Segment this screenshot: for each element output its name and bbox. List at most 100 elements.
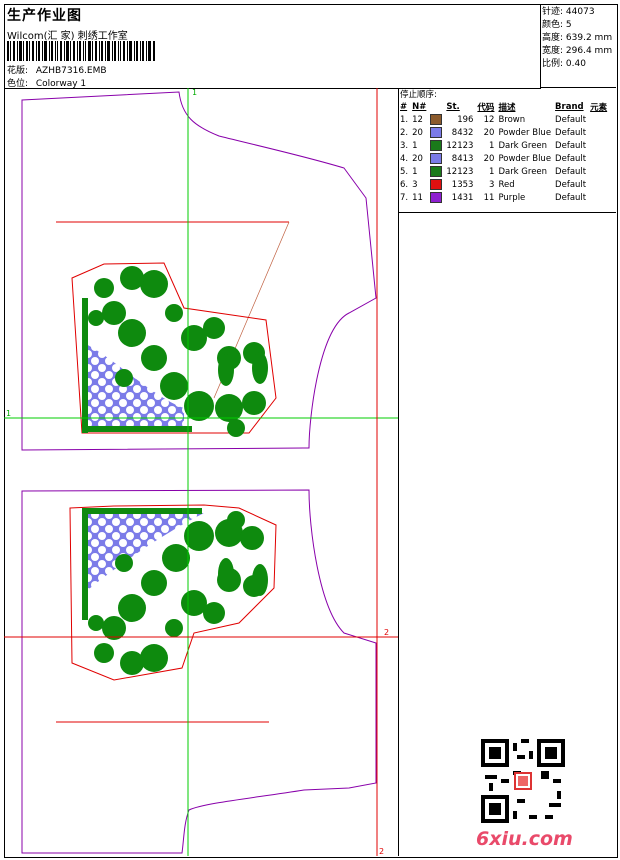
thread-brand: Default	[555, 166, 587, 177]
stat-width: 宽度: 296.4 mm	[542, 45, 616, 58]
table-row: 4. 20 8413 20 Powder Blue Default	[398, 152, 609, 165]
stop-index: 7.	[400, 192, 409, 203]
table-row: 2. 20 8432 20 Powder Blue Default	[398, 126, 609, 139]
col-brand: Brand	[555, 101, 584, 112]
table-row: 7. 11 1431 11 Purple Default	[398, 191, 609, 204]
stitch-count: 8413	[451, 153, 474, 164]
design-canvas: 1 1 2 2	[4, 88, 399, 856]
thread-brand: Default	[555, 179, 587, 190]
design-file-label: 花版:	[7, 66, 29, 76]
stitch-count: 8432	[451, 127, 474, 138]
stat-height: 高度: 639.2 mm	[542, 32, 616, 45]
col-code: 代码	[477, 102, 495, 113]
stitch-count: 196	[457, 114, 474, 125]
table-row: 6. 3 1353 3 Red Default	[398, 178, 609, 191]
stop-sequence-panel: 停止顺序: # N# St. 代码 描述 Brand 元素 1. 12 196 12 B…	[398, 88, 616, 213]
guide-v2-label: 2	[379, 847, 384, 856]
table-row: 3. 1 12123 1 Dark Green Default	[398, 139, 609, 152]
stop-index: 2.	[400, 127, 409, 138]
thread-desc: Dark Green	[498, 166, 548, 177]
stitch-count: 12123	[446, 140, 474, 151]
thread-brand: Default	[555, 192, 587, 203]
design-file-value: AZHB7316.EMB	[35, 66, 107, 76]
studio-name: Wilcom(汇 家) 刺绣工作室	[7, 31, 128, 42]
element	[588, 126, 609, 139]
stat-height-label: 高度:	[542, 33, 564, 43]
stat-colors-value: 5	[565, 20, 572, 30]
stat-width-value: 296.4 mm	[565, 46, 613, 56]
thread-code: 12	[483, 114, 495, 125]
color-swatch	[430, 114, 443, 125]
col-index: #	[400, 101, 408, 112]
stat-scale-label: 比例:	[542, 59, 564, 69]
table-header-row: # N# St. 代码 描述 Brand 元素	[398, 100, 609, 113]
sheet-title: 生产作业图	[7, 8, 82, 24]
swatch	[428, 165, 444, 178]
stitch-count: 1431	[451, 192, 474, 203]
table-row: 5. 1 12123 1 Dark Green Default	[398, 165, 609, 178]
color-swatch	[430, 166, 443, 177]
stop-index: 4.	[400, 153, 409, 164]
needle-number: 1	[412, 166, 418, 177]
needle-number: 11	[412, 192, 423, 203]
design-file-row: 花版: AZHB7316.EMB	[7, 63, 107, 76]
swatch	[428, 126, 444, 139]
stop-index: 3.	[400, 140, 409, 151]
stop-sequence-table: # N# St. 代码 描述 Brand 元素 1. 12 196 12 Brown De…	[398, 100, 609, 204]
stat-height-value: 639.2 mm	[565, 33, 613, 43]
element	[588, 165, 609, 178]
element	[588, 113, 609, 126]
table-row: 1. 12 196 12 Brown Default	[398, 113, 609, 126]
color-swatch	[430, 127, 443, 138]
thread-code: 20	[483, 153, 495, 164]
stat-width-label: 宽度:	[542, 46, 564, 56]
stat-colors-label: 颜色:	[542, 20, 564, 30]
swatch	[428, 139, 444, 152]
swatch	[428, 152, 444, 165]
qr-code-icon	[481, 739, 565, 823]
col-needle: N#	[412, 101, 427, 112]
element	[588, 178, 609, 191]
element	[588, 152, 609, 165]
watermark-text: 6xiu.com	[476, 828, 573, 850]
swatch	[428, 113, 444, 126]
embroidery-motif-top	[71, 262, 277, 437]
guide-v1-label: 1	[192, 88, 197, 97]
thread-brand: Default	[555, 127, 587, 138]
col-stitches: St.	[446, 101, 460, 112]
embroidery-motif-bottom	[69, 504, 277, 681]
stop-index: 1.	[400, 114, 409, 125]
element	[588, 139, 609, 152]
stitch-count: 1353	[451, 179, 474, 190]
stat-stitches: 针迹: 44073	[542, 6, 616, 19]
stats-panel: 针迹: 44073 颜色: 5 高度: 639.2 mm 宽度: 296.4 m…	[540, 4, 616, 88]
thread-code: 1	[489, 140, 495, 151]
element	[588, 191, 609, 204]
stop-sequence-title: 停止顺序:	[400, 90, 437, 100]
needle-number: 20	[412, 153, 423, 164]
thread-brand: Default	[555, 140, 587, 151]
thread-code: 20	[483, 127, 495, 138]
color-swatch	[430, 192, 443, 203]
thread-desc: Brown	[498, 114, 526, 125]
guide-h1-label: 1	[6, 409, 11, 418]
color-swatch	[430, 179, 443, 190]
needle-number: 1	[412, 140, 418, 151]
thread-brand: Default	[555, 114, 587, 125]
swatch	[428, 178, 444, 191]
stat-stitches-label: 针迹:	[542, 7, 564, 17]
swatch	[428, 191, 444, 204]
needle-number: 12	[412, 114, 423, 125]
stat-scale: 比例: 0.40	[542, 58, 616, 71]
barcode-icon	[7, 41, 155, 61]
thread-desc: Purple	[498, 192, 526, 203]
col-element: 元素	[590, 102, 608, 113]
stitch-count: 12123	[446, 166, 474, 177]
thread-desc: Dark Green	[498, 140, 548, 151]
thread-desc: Powder Blue	[498, 127, 552, 138]
stat-stitches-value: 44073	[565, 7, 595, 17]
color-swatch	[430, 153, 443, 164]
thread-desc: Red	[498, 179, 515, 190]
col-desc: 描述	[498, 102, 516, 113]
stat-scale-value: 0.40	[565, 59, 586, 69]
